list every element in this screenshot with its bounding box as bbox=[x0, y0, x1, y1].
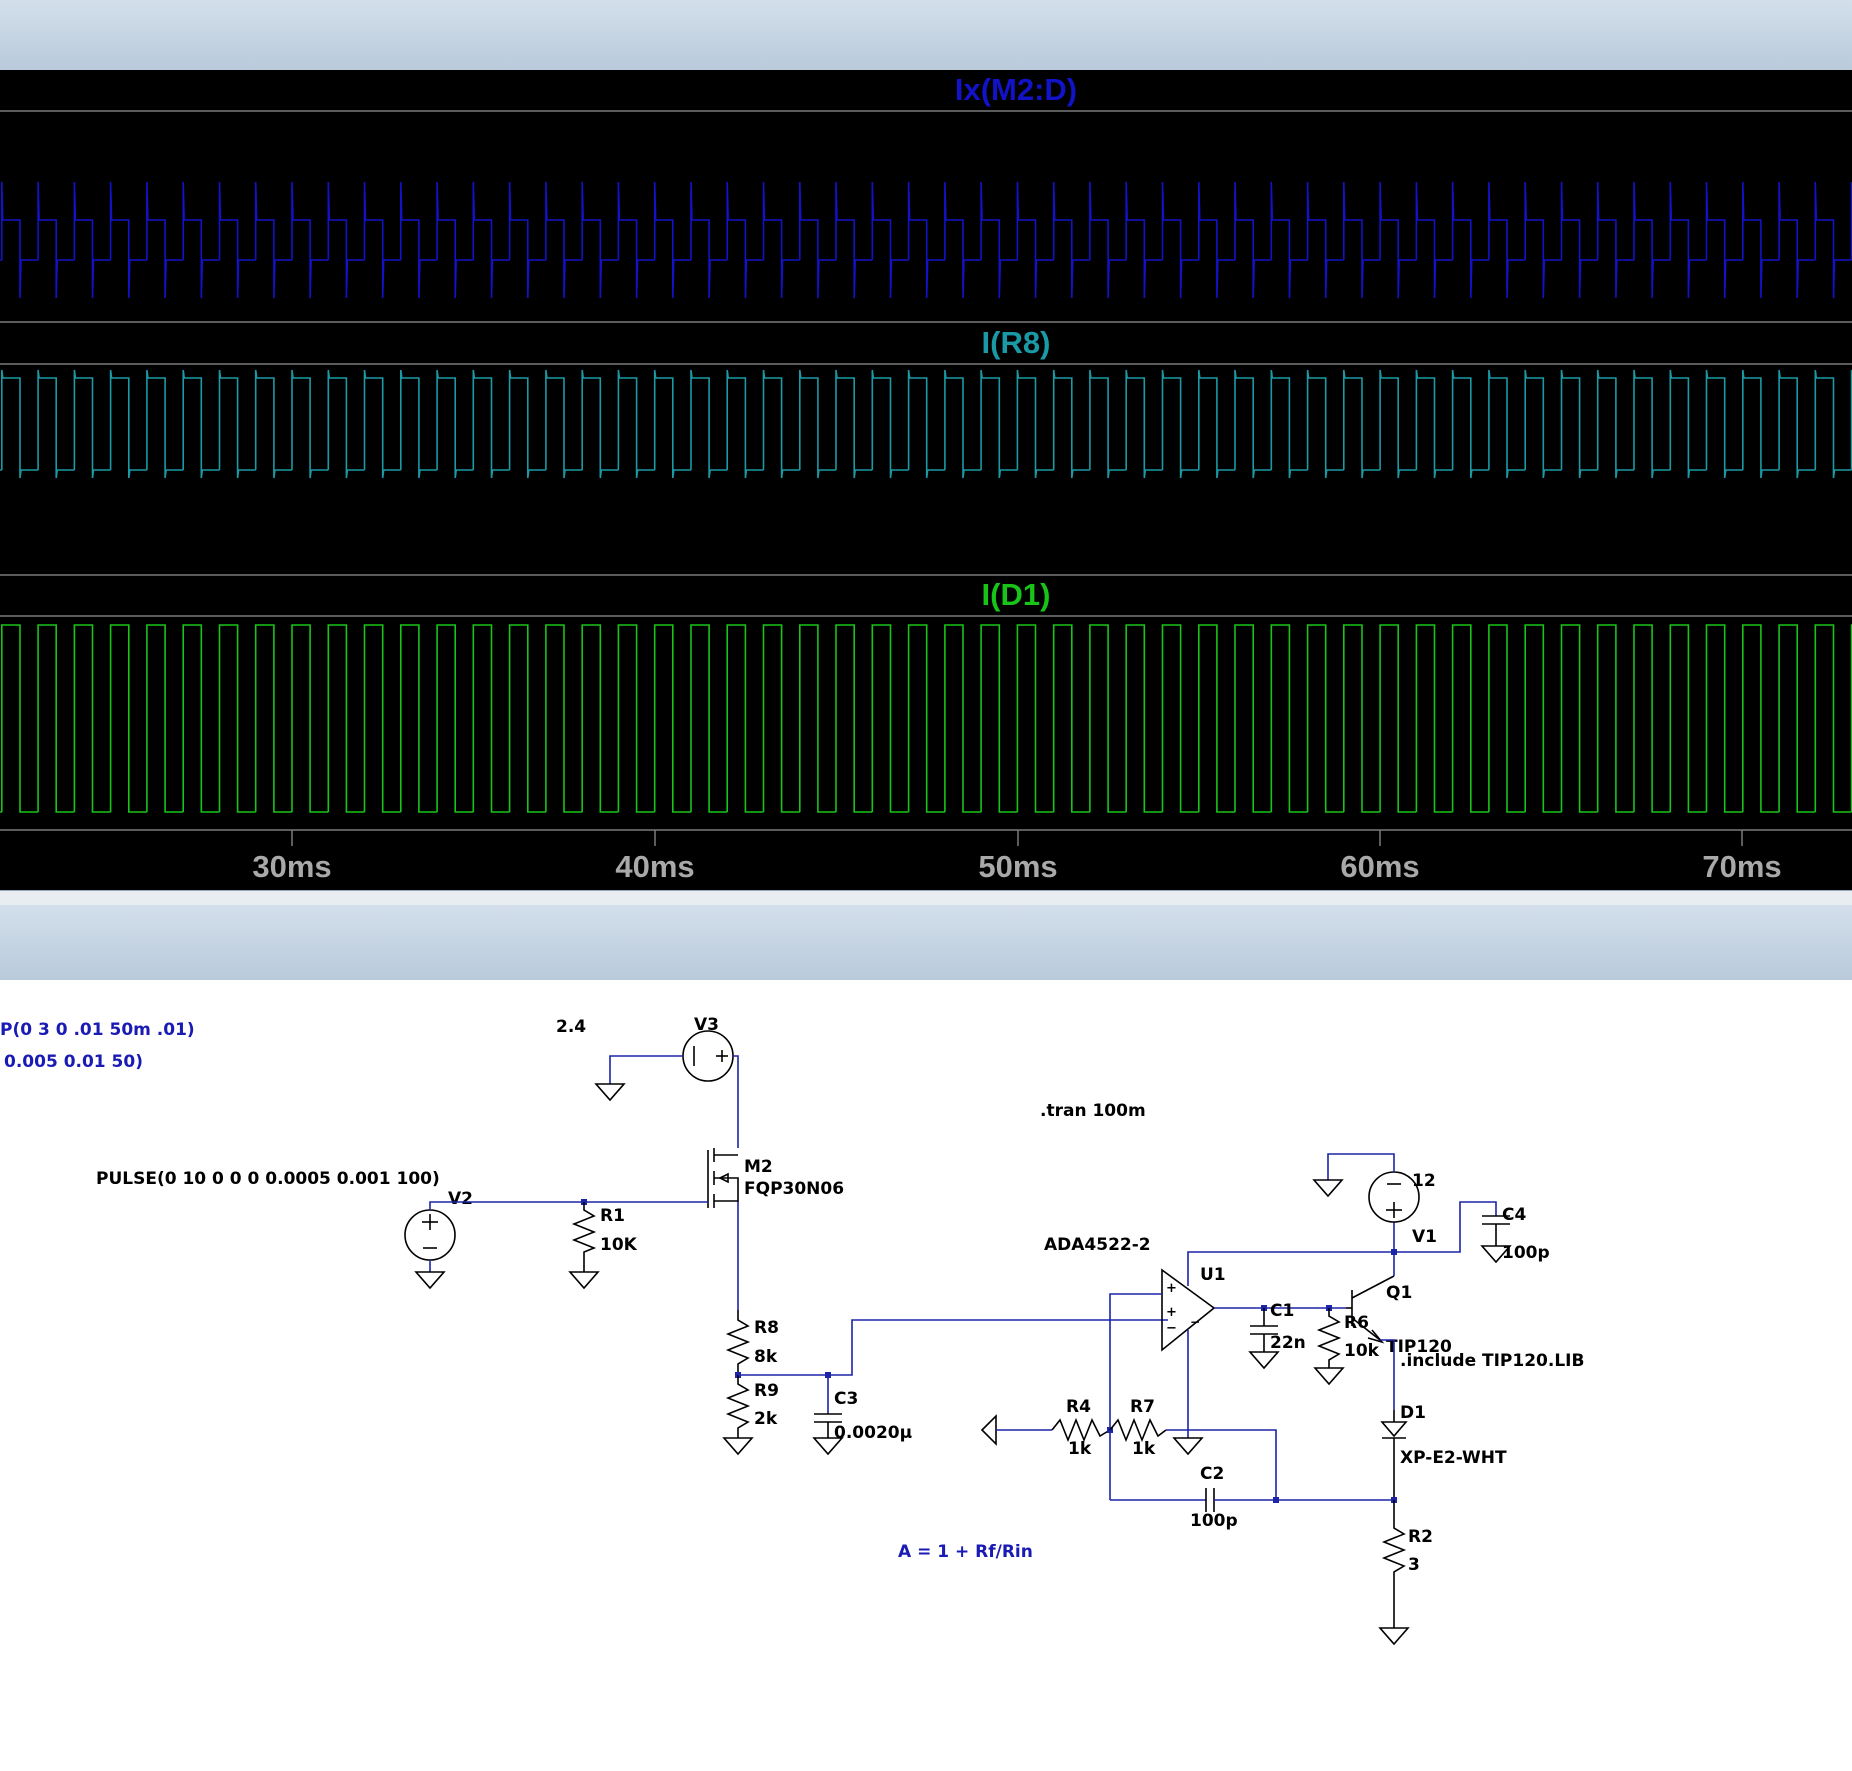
c1-name: C1 bbox=[1270, 1301, 1294, 1321]
r4-name: R4 bbox=[1066, 1397, 1091, 1417]
c1-value: 22n bbox=[1270, 1333, 1306, 1353]
r8-resistor[interactable] bbox=[725, 1310, 751, 1375]
r4-resistor[interactable] bbox=[1051, 1417, 1111, 1443]
u1-name: U1 bbox=[1200, 1265, 1226, 1285]
r7-value: 1k bbox=[1132, 1439, 1156, 1459]
trace-label-i-r8[interactable]: I(R8) bbox=[982, 325, 1051, 360]
ground-v2 bbox=[414, 1271, 446, 1290]
r1-name: R1 bbox=[600, 1206, 625, 1226]
u1-model: ADA4522-2 bbox=[1044, 1235, 1151, 1255]
ground-r2 bbox=[1378, 1627, 1410, 1646]
r1-resistor[interactable] bbox=[571, 1202, 597, 1272]
wire-c4 bbox=[1394, 1201, 1497, 1253]
r2-name: R2 bbox=[1408, 1527, 1433, 1547]
x-tick-label-40ms: 40ms bbox=[615, 849, 694, 884]
u1-pin-plus: + bbox=[1166, 1305, 1177, 1320]
ltspice-workspace: Ix(M2:D) I(R8) I(D1) 30ms 40ms 50ms 60ms… bbox=[0, 0, 1852, 1767]
wire-v1-ground bbox=[1327, 1153, 1395, 1180]
c3-name: C3 bbox=[834, 1389, 858, 1409]
r7-resistor[interactable] bbox=[1109, 1417, 1167, 1443]
schematic-canvas[interactable]: P(0 3 0 .01 50m .01) 0.005 0.01 50) .tra… bbox=[0, 980, 1852, 1767]
r9-value: 2k bbox=[754, 1409, 778, 1429]
wire-v3-ground bbox=[609, 1055, 683, 1084]
v1-name: V1 bbox=[1412, 1227, 1437, 1247]
ground-r9 bbox=[722, 1437, 754, 1456]
v2-name: V2 bbox=[448, 1189, 473, 1209]
x-tick-label-70ms: 70ms bbox=[1702, 849, 1781, 884]
r2-resistor[interactable] bbox=[1381, 1500, 1407, 1628]
x-tick-label-30ms: 30ms bbox=[252, 849, 331, 884]
u1-pin-minus: − bbox=[1166, 1321, 1177, 1336]
r2-value: 3 bbox=[1408, 1555, 1420, 1575]
waveform-plot-area[interactable]: Ix(M2:D) I(R8) I(D1) 30ms 40ms 50ms 60ms… bbox=[0, 70, 1852, 890]
m2-name: M2 bbox=[744, 1157, 773, 1177]
ground-v1 bbox=[1312, 1179, 1344, 1198]
c4-value: 100p bbox=[1502, 1243, 1550, 1263]
r4-value: 1k bbox=[1068, 1439, 1092, 1459]
c2-name: C2 bbox=[1200, 1464, 1224, 1484]
v1-value: 12 bbox=[1412, 1171, 1436, 1191]
q1-model: TIP120 bbox=[1386, 1337, 1452, 1357]
v2-pulse-spec: PULSE(0 10 0 0 0 0.0005 0.001 100) bbox=[96, 1169, 440, 1189]
c3-value: 0.0020µ bbox=[834, 1423, 912, 1443]
schematic-titlebar[interactable] bbox=[0, 905, 1852, 980]
trace-label-i-d1[interactable]: I(D1) bbox=[982, 577, 1051, 612]
c2-capacitor[interactable] bbox=[1205, 1488, 1215, 1512]
r6-name: R6 bbox=[1344, 1313, 1369, 1333]
source-directive-text-2[interactable]: 0.005 0.01 50) bbox=[4, 1052, 143, 1072]
r9-name: R9 bbox=[754, 1381, 779, 1401]
trace-ix-m2-d[interactable] bbox=[0, 181, 1852, 299]
source-directive-text-1[interactable]: P(0 3 0 .01 50m .01) bbox=[0, 1020, 195, 1040]
r9-resistor[interactable] bbox=[725, 1375, 751, 1438]
v3-voltage-source[interactable] bbox=[682, 1030, 734, 1082]
ground-r1 bbox=[568, 1271, 600, 1290]
v3-value: 2.4 bbox=[556, 1017, 586, 1037]
c2-value: 100p bbox=[1190, 1511, 1238, 1531]
gain-formula-comment[interactable]: A = 1 + Rf/Rin bbox=[898, 1542, 1033, 1562]
tran-directive[interactable]: .tran 100m bbox=[1040, 1101, 1146, 1121]
c4-name: C4 bbox=[1502, 1205, 1526, 1225]
m2-mosfet[interactable] bbox=[707, 1148, 739, 1208]
v3-name: V3 bbox=[694, 1015, 719, 1035]
u1-pin-plus-top: + bbox=[1166, 1281, 1177, 1296]
x-axis: 30ms 40ms 50ms 60ms 70ms bbox=[252, 830, 1782, 884]
r6-value: 10k bbox=[1344, 1341, 1380, 1361]
r6-resistor[interactable] bbox=[1316, 1308, 1342, 1368]
waveform-titlebar[interactable] bbox=[0, 0, 1852, 70]
node-c2 bbox=[1273, 1497, 1279, 1503]
ground-u1 bbox=[1172, 1437, 1204, 1456]
trace-i-d1[interactable] bbox=[0, 624, 1852, 813]
trace-label-ix-m2-d[interactable]: Ix(M2:D) bbox=[955, 72, 1077, 107]
trace-panes: Ix(M2:D) I(R8) I(D1) bbox=[0, 72, 1852, 831]
r8-value: 8k bbox=[754, 1347, 778, 1367]
q1-name: Q1 bbox=[1386, 1283, 1412, 1303]
r7-name: R7 bbox=[1130, 1397, 1155, 1417]
x-tick-label-50ms: 50ms bbox=[978, 849, 1057, 884]
wire-divider-c3 bbox=[738, 1374, 829, 1414]
ground-r6 bbox=[1313, 1367, 1345, 1386]
waveform-window: Ix(M2:D) I(R8) I(D1) 30ms 40ms 50ms 60ms… bbox=[0, 0, 1852, 905]
ground-r4 bbox=[980, 1414, 997, 1446]
v2-voltage-source[interactable] bbox=[404, 1209, 456, 1261]
x-tick-label-60ms: 60ms bbox=[1340, 849, 1419, 884]
m2-model: FQP30N06 bbox=[744, 1179, 844, 1199]
r1-value: 10K bbox=[600, 1235, 638, 1255]
u1-pin-minus-bottom: − bbox=[1190, 1315, 1200, 1329]
ground-c1 bbox=[1248, 1351, 1280, 1370]
schematic-svg: P(0 3 0 .01 50m .01) 0.005 0.01 50) .tra… bbox=[0, 1015, 1584, 1646]
wire-c3-opamp-plus bbox=[828, 1319, 1168, 1376]
d1-name: D1 bbox=[1400, 1403, 1426, 1423]
trace-i-r8[interactable] bbox=[0, 369, 1852, 479]
schematic-window: P(0 3 0 .01 50m .01) 0.005 0.01 50) .tra… bbox=[0, 905, 1852, 1767]
ground-v3 bbox=[594, 1083, 626, 1102]
waveform-svg: Ix(M2:D) I(R8) I(D1) 30ms 40ms 50ms 60ms… bbox=[0, 72, 1852, 884]
r8-name: R8 bbox=[754, 1318, 779, 1338]
wire-v3-m2-drain bbox=[733, 1055, 739, 1148]
d1-model: XP-E2-WHT bbox=[1400, 1448, 1507, 1468]
